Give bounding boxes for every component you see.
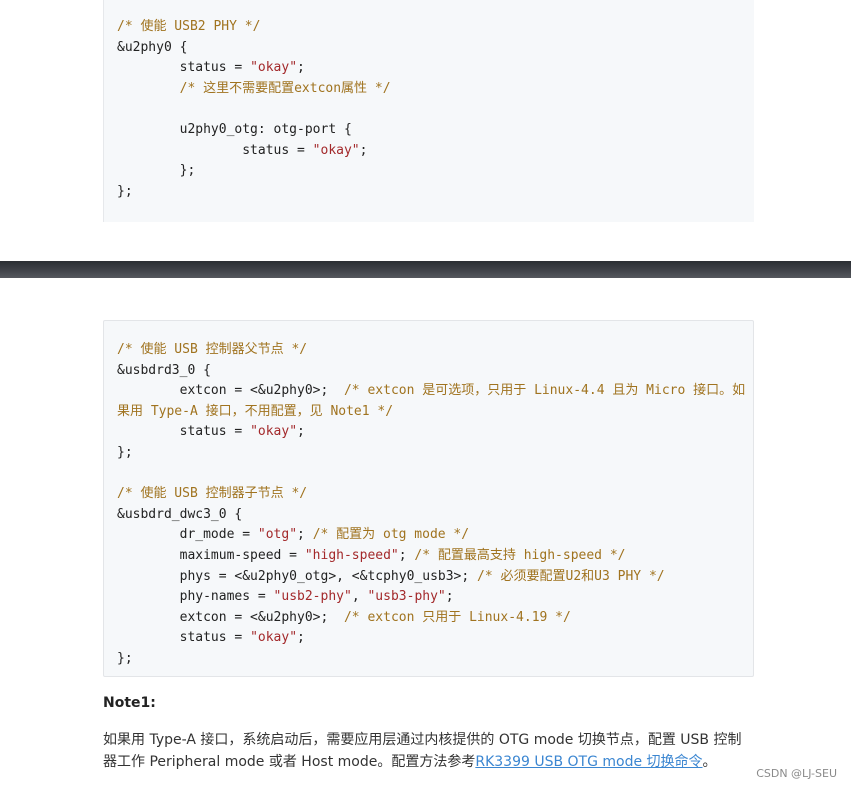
code-punct: ; — [297, 527, 313, 543]
code-string: "high-speed" — [304, 547, 399, 563]
code-line: status = — [117, 60, 251, 76]
code-string: "okay" — [250, 60, 298, 76]
code-comment: /* 这里不需要配置extcon属性 */ — [117, 80, 391, 96]
code-line: }; — [117, 444, 133, 460]
code-line: u2phy0_otg: otg-port { — [117, 121, 352, 137]
code-comment: /* 必须要配置U2和U3 PHY */ — [477, 568, 665, 584]
code-line: phys = <&u2phy0_otg>, <&tcphy0_usb3>; — [117, 568, 478, 584]
code-line: extcon = <&u2phy0>; — [117, 609, 344, 625]
code-text: /* 使能 USB2 PHY */ &u2phy0 { status = "ok… — [117, 17, 746, 202]
code-string: "okay" — [250, 424, 298, 440]
code-line: }; — [117, 183, 133, 199]
code-string: "okay" — [250, 630, 298, 646]
note-heading: Note1: — [103, 695, 156, 711]
code-comment: /* 配置最高支持 high-speed */ — [414, 547, 626, 563]
code-comment: /* 使能 USB2 PHY */ — [117, 19, 261, 34]
code-comment: /* 使能 USB 控制器子节点 */ — [117, 486, 308, 502]
code-string: "usb3-phy" — [367, 589, 446, 605]
code-string: "otg" — [257, 527, 298, 543]
section-divider — [0, 261, 851, 278]
code-line: &usbdrd_dwc3_0 { — [117, 506, 243, 522]
note-paragraph: 如果用 Type-A 接口，系统启动后，需要应用层通过内核提供的 OTG mod… — [103, 729, 753, 773]
note-tail: 。 — [702, 754, 717, 770]
code-line: dr_mode = — [117, 527, 258, 543]
code-comment: 果用 Type-A 接口，不用配置，见 Note1 */ — [117, 403, 394, 419]
code-string: "okay" — [312, 142, 360, 158]
code-comment: /* 使能 USB 控制器父节点 */ — [117, 342, 308, 357]
code-punct: ; — [445, 589, 454, 605]
code-punct: ; — [297, 60, 305, 76]
code-comment: /* 配置为 otg mode */ — [312, 527, 470, 543]
code-punct: , — [351, 589, 368, 605]
code-block-usb2-phy: /* 使能 USB2 PHY */ &u2phy0 { status = "ok… — [103, 0, 754, 222]
code-line: phy-names = — [117, 589, 274, 605]
code-punct: ; — [398, 547, 415, 563]
code-line: &usbdrd3_0 { — [117, 362, 211, 378]
code-comment: /* extcon 是可选项，只用于 Linux-4.4 且为 Micro 接口… — [343, 383, 746, 399]
otg-mode-switch-link[interactable]: RK3399 USB OTG mode 切换命令 — [475, 754, 702, 770]
code-string: "usb2-phy" — [273, 589, 352, 605]
code-punct: ; — [297, 424, 305, 440]
code-line: status = — [117, 424, 251, 440]
code-punct: ; — [297, 630, 305, 646]
code-comment: /* extcon 只用于 Linux-4.19 */ — [343, 609, 571, 625]
code-block-usb-controller: /* 使能 USB 控制器父节点 */ &usbdrd3_0 { extcon … — [103, 320, 754, 677]
code-punct: ; — [359, 142, 368, 158]
code-line: &u2phy0 { — [117, 39, 188, 55]
code-line: }; — [117, 163, 196, 179]
code-line: extcon = <&u2phy0>; — [117, 383, 344, 399]
code-line: maximum-speed = — [117, 547, 305, 563]
code-line: status = — [117, 630, 251, 646]
code-text: /* 使能 USB 控制器父节点 */ &usbdrd3_0 { extcon … — [117, 340, 745, 670]
code-line: status = — [117, 142, 313, 158]
code-line: }; — [117, 650, 133, 666]
csdn-watermark: CSDN @LJ-SEU — [756, 767, 837, 780]
